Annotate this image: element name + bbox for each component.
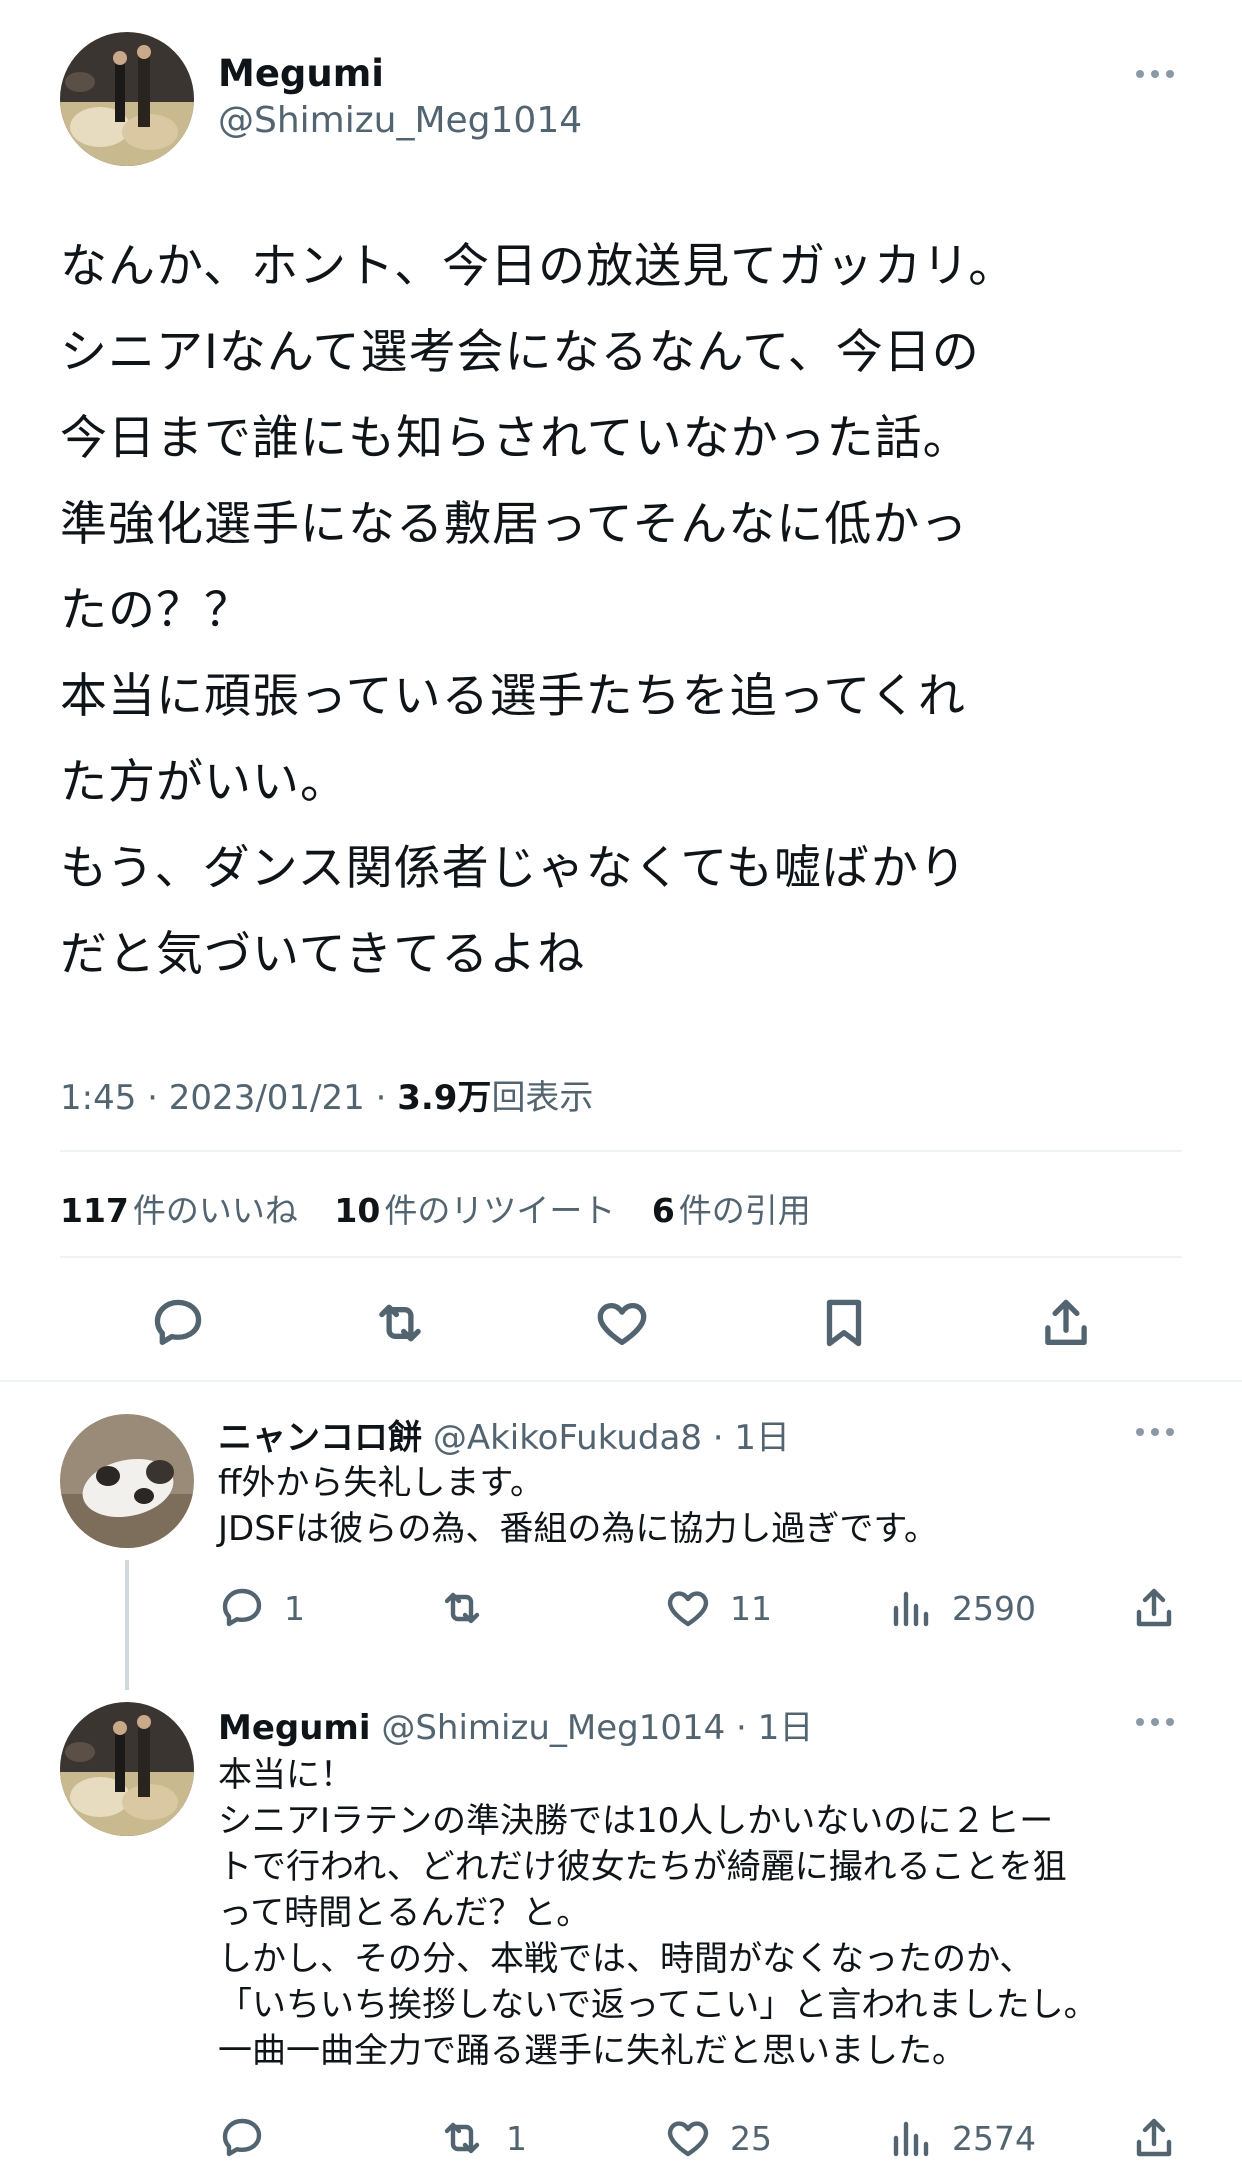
view-count: 2590 [952, 1588, 1036, 1628]
reply-header: ニャンコロ餅 @AkikoFukuda8 · 1日 [218, 1418, 791, 1458]
tweet-line: た方がいい。 [60, 755, 348, 810]
divider [0, 1380, 1242, 1382]
reply-line: JDSFは彼らの為、番組の為に協力し過ぎです。 [218, 1509, 938, 1549]
more-options-icon[interactable] [1132, 1712, 1178, 1732]
reply-share-button[interactable] [1130, 2114, 1178, 2162]
reply-icon [154, 1299, 202, 1345]
reply-author-handle[interactable]: @AkikoFukuda8 [433, 1418, 702, 1458]
tweet-line: だと気づいてきてるよね [60, 927, 586, 982]
views-chart-icon [893, 2121, 929, 2157]
reply-line: しかし、その分、本戦では、時間がなくなったのか、 [218, 1939, 1034, 1979]
reply-views-button[interactable]: 2574 [886, 2114, 1036, 2162]
more-options-icon[interactable] [1132, 64, 1178, 84]
view-count: 2574 [952, 2118, 1036, 2158]
reply-line: ff外から失礼します。 [218, 1463, 545, 1503]
heart-icon [597, 1302, 647, 1345]
tweet-time[interactable]: 1:45 [60, 1078, 136, 1118]
tweet-line: たの？？ [60, 583, 252, 638]
reply-age[interactable]: 1日 [758, 1708, 814, 1748]
more-options-icon[interactable] [1132, 1422, 1178, 1442]
views-label: 回表示 [491, 1078, 594, 1118]
reply-text: 本当に！ シニアⅠラテンの準決勝では10人しかいないのに２ヒー トで行われ、どれ… [218, 1752, 1218, 2074]
heart-icon [667, 1591, 709, 1627]
reply-count: 1 [284, 1588, 305, 1628]
reply-avatar[interactable] [60, 1702, 194, 1836]
reply-icon [222, 2118, 262, 2157]
reply-retweet-button[interactable]: 1 [436, 2114, 527, 2162]
reply-views-button[interactable]: 2590 [886, 1584, 1036, 1632]
tweet-date[interactable]: 2023/01/21 [169, 1078, 365, 1118]
tweet-line: なんか、ホント、今日の放送見てガッカリ。 [60, 239, 1017, 294]
reply-line: って時間とるんだ？と。 [218, 1893, 591, 1933]
tweet-text: なんか、ホント、今日の放送見てガッカリ。 シニアⅠなんて選考会になるなんて、今日… [60, 224, 1190, 998]
author-avatar[interactable] [60, 32, 194, 166]
reply-author-handle[interactable]: @Shimizu_Meg1014 [381, 1708, 725, 1748]
retweet-icon [444, 1592, 480, 1624]
thread-connector [125, 1560, 129, 1690]
reply-author-name[interactable]: ニャンコロ餅 [218, 1418, 422, 1458]
tweet-meta: 1:45 · 2023/01/21 · 3.9万回表示 [60, 1078, 594, 1118]
divider [60, 1256, 1182, 1258]
divider [60, 1150, 1182, 1152]
reply-line: 一曲一曲全力で踊る選手に失礼だと思いました。 [218, 2031, 966, 2071]
reply-author-name[interactable]: Megumi [218, 1708, 371, 1748]
retweet-icon [444, 2122, 480, 2154]
views-chart-icon [893, 1591, 929, 1627]
tweet-line: 準強化選手になる敷居ってそんなに低かっ [60, 497, 969, 552]
tweet-line: 今日まで誰にも知らされていなかった話。 [60, 411, 971, 466]
reply-like-button[interactable]: 11 [664, 1584, 772, 1632]
tweet-line: 本当に頑張っている選手たちを追ってくれ [60, 669, 966, 724]
reply-reply-button[interactable]: 1 [218, 1584, 305, 1632]
tweet-line: シニアⅠなんて選考会になるなんて、今日の [60, 325, 980, 380]
reply-share-button[interactable] [1130, 1584, 1178, 1632]
reply-header: Megumi @Shimizu_Meg1014 · 1日 [218, 1708, 814, 1748]
reply-line: シニアⅠラテンの準決勝では10人しかいないのに２ヒー [218, 1801, 1054, 1841]
author-name[interactable]: Megumi [218, 52, 384, 95]
reply-age[interactable]: 1日 [734, 1418, 790, 1458]
share-icon [1136, 2118, 1172, 2157]
like-count: 25 [730, 2118, 772, 2158]
share-icon [1045, 1299, 1087, 1345]
heart-icon [667, 2121, 709, 2157]
like-button[interactable] [582, 1290, 662, 1356]
share-icon [1136, 1588, 1172, 1627]
reply-line: 「いちいち挨拶しないで返ってこい」と言われましたし。 [218, 1985, 1098, 2025]
tweet-line: もう、ダンス関係者じゃなくても嘘ばかり [60, 841, 967, 896]
retweet-count: 1 [506, 2118, 527, 2158]
reply-text: ff外から失礼します。 JDSFは彼らの為、番組の為に協力し過ぎです。 [218, 1460, 1198, 1552]
reply-like-button[interactable]: 25 [664, 2114, 772, 2162]
retweet-button[interactable] [360, 1290, 440, 1356]
reply-avatar[interactable] [60, 1414, 194, 1548]
retweet-icon [379, 1304, 421, 1342]
author-handle[interactable]: @Shimizu_Meg1014 [218, 100, 582, 141]
quotes-stat[interactable]: 6 件の引用 [652, 1191, 811, 1230]
reply-reply-button[interactable] [218, 2114, 284, 2162]
reply-line: トで行われ、どれだけ彼女たちが綺麗に撮れることを狙 [218, 1847, 1067, 1887]
views-count: 3.9万 [397, 1078, 492, 1118]
reply-icon [222, 1588, 262, 1627]
reply-retweet-button[interactable] [436, 1584, 506, 1632]
reply-line: 本当に！ [218, 1755, 354, 1795]
bookmark-icon [826, 1299, 862, 1347]
likes-stat[interactable]: 117 件のいいね [60, 1191, 298, 1230]
bookmark-button[interactable] [804, 1290, 884, 1356]
share-button[interactable] [1026, 1290, 1106, 1356]
like-count: 11 [730, 1588, 772, 1628]
engagement-stats: 117 件のいいね 10 件のリツイート 6 件の引用 [60, 1184, 811, 1232]
reply-button[interactable] [138, 1290, 218, 1356]
retweets-stat[interactable]: 10 件のリツイート [334, 1191, 615, 1230]
